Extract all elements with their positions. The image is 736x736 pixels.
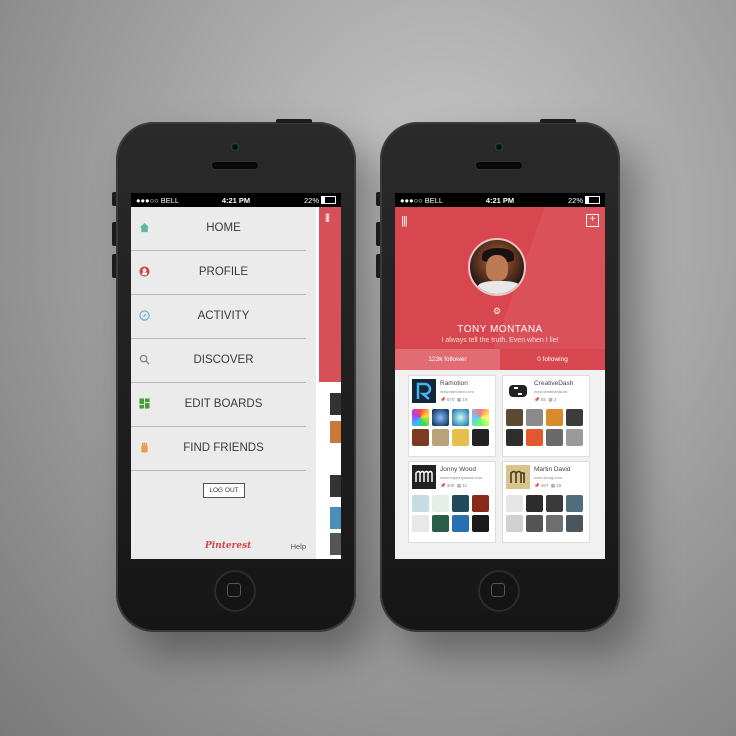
board-stats: 📌 306 ▦ 11 [440, 483, 468, 488]
pin-count: 670 [446, 397, 455, 402]
left-phone: ●●●○○ BELL 4:21 PM 22% HOME PROFILE ACTI… [112, 119, 356, 632]
profile-stats: 123k follower 0 following [395, 349, 605, 370]
menu-label-activity: ACTIVITY [197, 310, 250, 322]
pin-count: 306 [446, 483, 455, 488]
menu-label-find-friends: FIND FRIENDS [183, 442, 264, 454]
add-button[interactable]: + [586, 214, 599, 227]
board-stats: 📌 467 ▦ 15 [534, 483, 562, 488]
board-name: Martin David [534, 466, 571, 473]
board-name: CreativeDash [534, 380, 574, 387]
board-thumbnails [506, 409, 586, 449]
board-name: Ramotion [440, 380, 468, 387]
peek-thumb [330, 507, 341, 529]
peek-thumb [330, 533, 341, 555]
profile-name: TONY MONTANA [457, 324, 543, 335]
board-card[interactable]: Martin David www.srcog.com 📌 467 ▦ 15 [503, 462, 589, 542]
menu-item-discover[interactable]: DISCOVER [131, 339, 306, 383]
boards-grid: Ramotion www.ramotion.com 📌 670 ▦ 18 Cre… [395, 370, 605, 559]
board-thumbnails [412, 495, 492, 535]
battery-indicator: 22% [568, 196, 600, 205]
menu-label-home: HOME [206, 222, 241, 234]
side-menu: HOME PROFILE ACTIVITY DISCOVER EDIT BOAR… [131, 207, 316, 559]
peek-header: ||| [319, 207, 341, 382]
board-card[interactable]: CreativeDash www.creativeda.sh 📌 55 ▦ 3 [503, 376, 589, 456]
menu-label-discover: DISCOVER [193, 354, 254, 366]
board-count: 15 [556, 483, 562, 488]
peek-thumb [330, 475, 341, 497]
home-button [214, 570, 256, 612]
board-thumbnails [506, 495, 586, 535]
peek-thumb [330, 421, 341, 443]
gear-icon[interactable]: ⚙ [493, 306, 501, 317]
board-url: www.mrjonnywood.com [440, 475, 483, 480]
right-phone: ●●●○○ BELL 4:21 PM 22% ||| + ⚙ TONY MONT… [376, 119, 620, 632]
menu-item-home[interactable]: HOME [131, 207, 306, 251]
board-count: 18 [462, 397, 468, 402]
board-name: Jonny Wood [440, 466, 477, 473]
battery-percent: 22% [567, 196, 583, 205]
board-count: 3 [553, 397, 557, 402]
pin-count: 55 [540, 397, 546, 402]
jonnywood-logo [412, 465, 436, 489]
front-camera [495, 143, 503, 151]
menu-item-activity[interactable]: ACTIVITY [131, 295, 306, 339]
battery-icon [321, 196, 336, 204]
board-card[interactable]: Jonny Wood www.mrjonnywood.com 📌 306 ▦ 1… [409, 462, 495, 542]
status-bar: ●●●○○ BELL 4:21 PM 22% [131, 193, 341, 207]
status-bar: ●●●○○ BELL 4:21 PM 22% [395, 193, 605, 207]
menu-label-profile: PROFILE [198, 266, 249, 278]
help-link[interactable]: Help [291, 542, 306, 551]
board-thumbnails [412, 409, 492, 449]
menu-toggle-icon[interactable]: ||| [401, 215, 408, 227]
battery-percent: 22% [303, 196, 319, 205]
creativedash-logo [506, 379, 530, 403]
martindavid-logo [506, 465, 530, 489]
power-button [276, 119, 312, 123]
avatar[interactable] [468, 238, 526, 296]
board-url: www.srcog.com [534, 475, 563, 480]
battery-indicator: 22% [304, 196, 336, 205]
content-peek[interactable]: ||| [316, 207, 341, 559]
board-card[interactable]: Ramotion www.ramotion.com 📌 670 ▦ 18 [409, 376, 495, 456]
menu-screen: ●●●○○ BELL 4:21 PM 22% HOME PROFILE ACTI… [131, 193, 341, 559]
earpiece-speaker [212, 162, 258, 169]
board-url: www.creativeda.sh [534, 389, 568, 394]
profile-header: ||| + ⚙ TONY MONTANA I always tell the t… [395, 207, 605, 363]
front-camera [231, 143, 239, 151]
logout-button[interactable]: LOG OUT [203, 483, 245, 498]
menu-item-find-friends[interactable]: FIND FRIENDS [131, 427, 306, 471]
power-button [540, 119, 576, 123]
mute-switch [376, 192, 380, 206]
board-url: www.ramotion.com [440, 389, 474, 394]
followers-tab[interactable]: 123k follower [395, 349, 500, 370]
pin-count: 467 [540, 483, 549, 488]
peek-thumb [330, 393, 341, 415]
following-tab[interactable]: 0 following [500, 349, 605, 370]
ramotion-logo [412, 379, 436, 403]
earpiece-speaker [476, 162, 522, 169]
menu-item-profile[interactable]: PROFILE [131, 251, 306, 295]
profile-tagline: I always tell the truth. Even when I lie… [441, 337, 559, 344]
menu-item-edit-boards[interactable]: EDIT BOARDS [131, 383, 306, 427]
menu-bars-icon: ||| [325, 212, 330, 222]
volume-up-button [112, 222, 116, 246]
battery-icon [585, 196, 600, 204]
menu-label-edit-boards: EDIT BOARDS [184, 398, 263, 410]
home-button [478, 570, 520, 612]
board-stats: 📌 55 ▦ 3 [534, 397, 557, 402]
pinterest-logo: Pinterest [205, 541, 252, 551]
board-count: 11 [462, 483, 468, 488]
mute-switch [112, 192, 116, 206]
profile-screen: ●●●○○ BELL 4:21 PM 22% ||| + ⚙ TONY MONT… [395, 193, 605, 559]
volume-down-button [376, 254, 380, 278]
board-stats: 📌 670 ▦ 18 [440, 397, 468, 402]
volume-down-button [112, 254, 116, 278]
volume-up-button [376, 222, 380, 246]
